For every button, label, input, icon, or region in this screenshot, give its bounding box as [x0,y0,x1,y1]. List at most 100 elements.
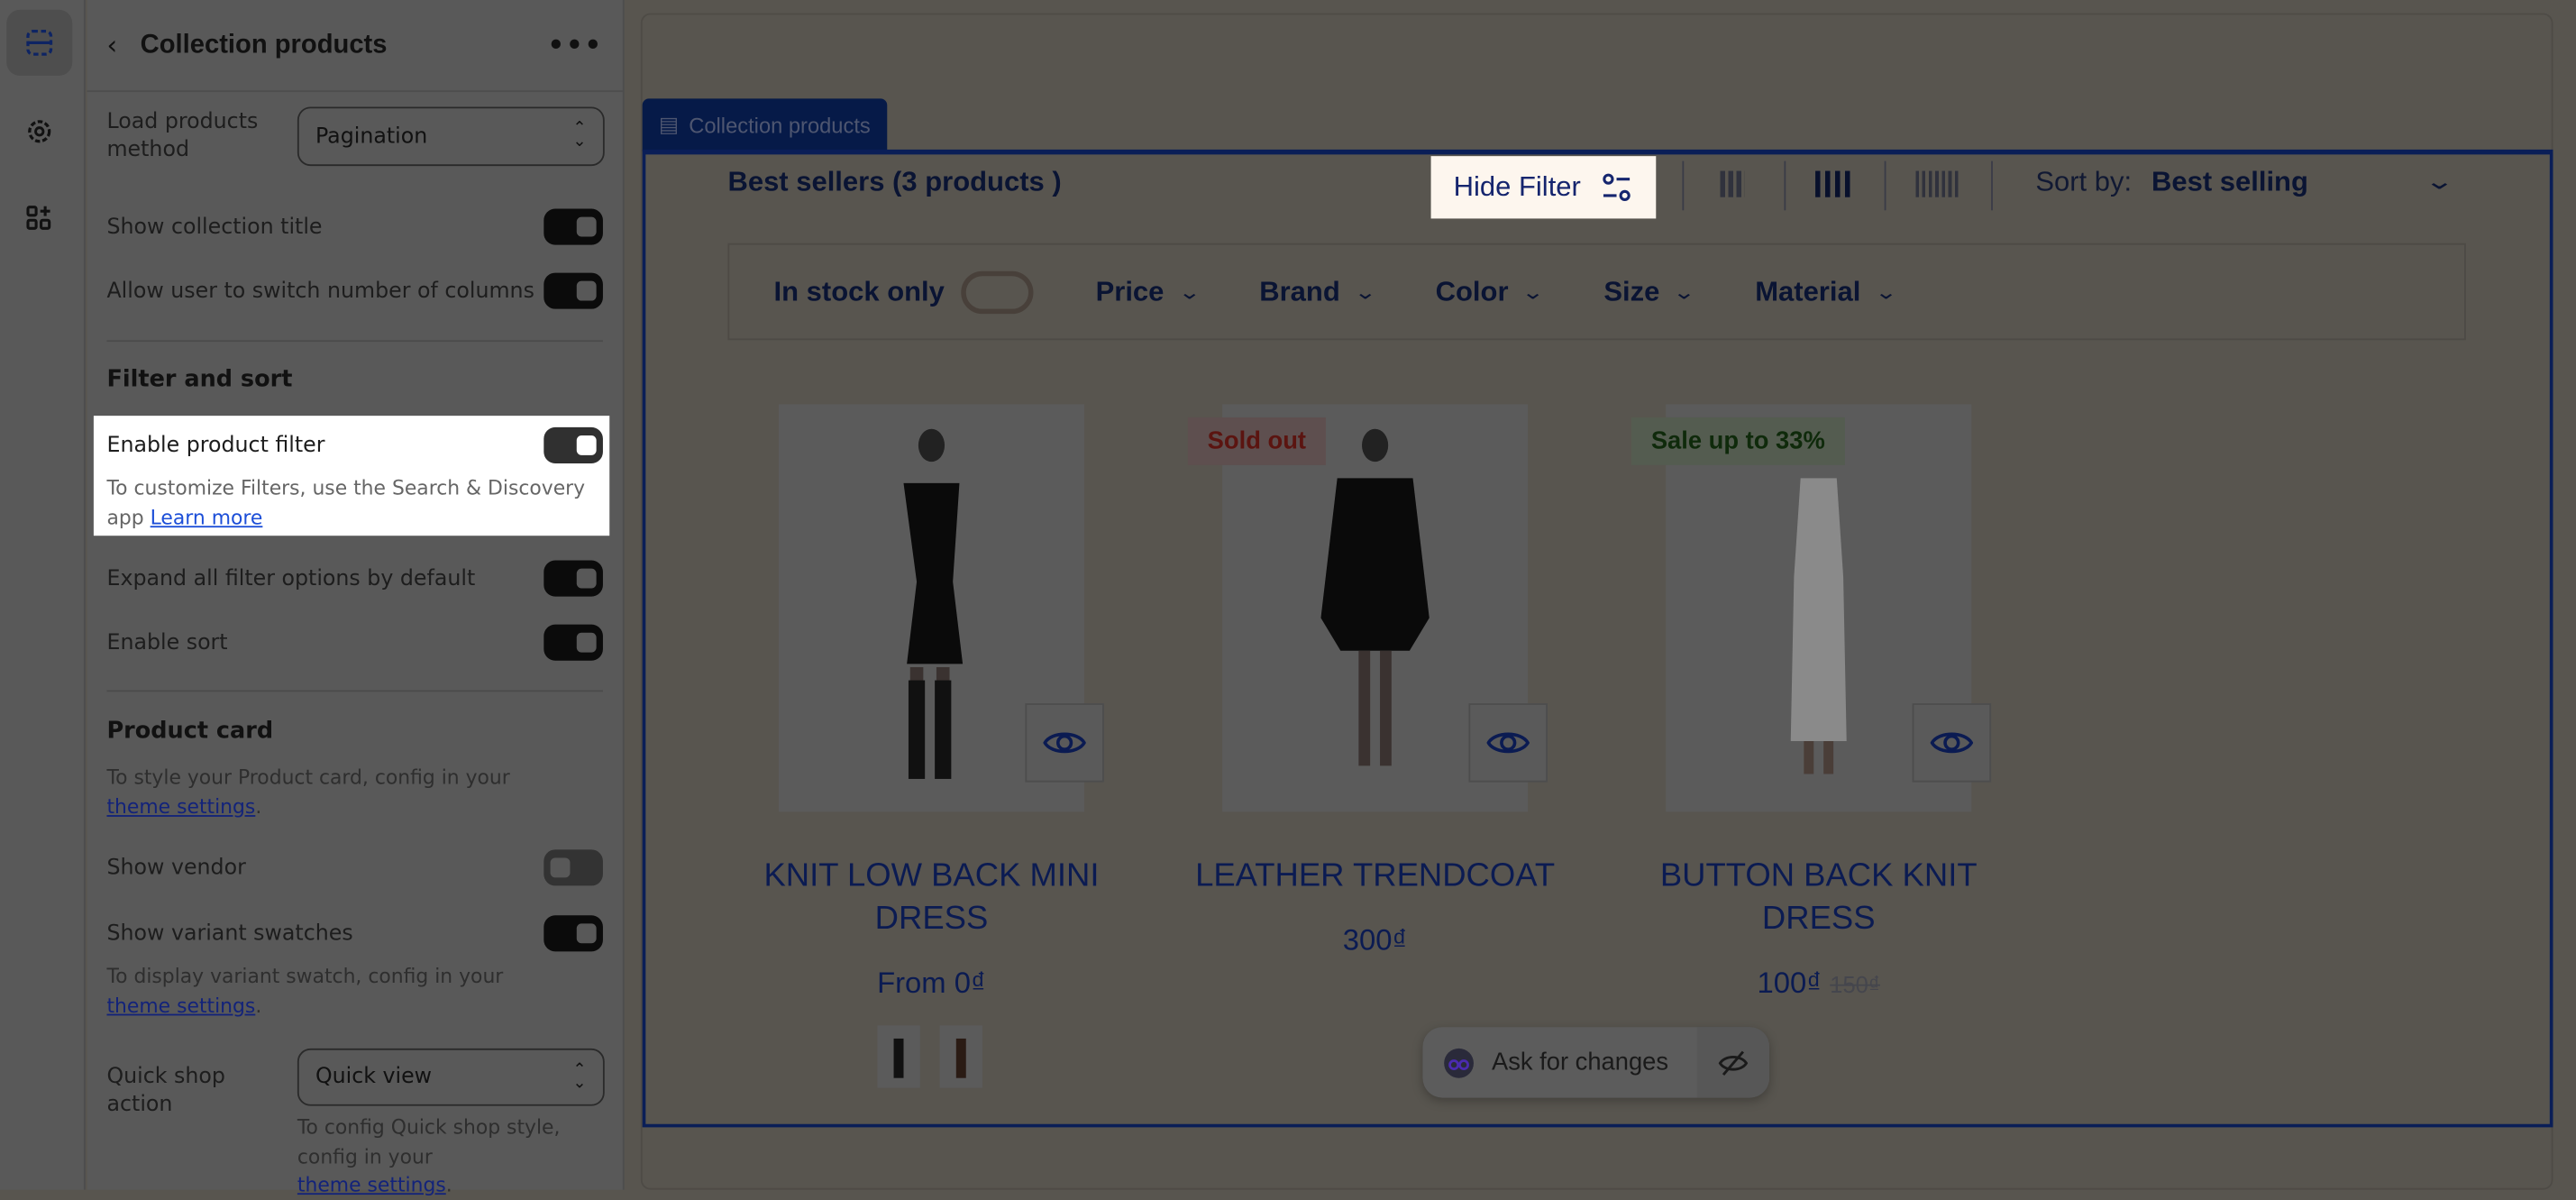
product-title[interactable]: KNIT LOW BACK MINI DRESS [743,855,1120,940]
chevron-down-icon: ⌄ [1521,279,1545,304]
ask-for-changes-button[interactable]: Ask for changes [1422,1027,1696,1097]
sections-icon[interactable] [6,9,73,76]
sort-value: Best selling [2151,166,2308,197]
product-card-heading: Product card [106,718,274,745]
icon-rail [0,0,86,1190]
material-filter[interactable]: Material ⌄ [1755,275,1897,307]
hide-filter-label: Hide Filter [1453,170,1581,203]
compare-price: 150₫ [1830,971,1880,998]
settings-icon[interactable] [6,98,72,164]
product-title[interactable]: LEATHER TRENDCOAT [1186,855,1564,897]
assistant-avatar-icon [1444,1047,1474,1077]
enable-sort-toggle[interactable] [544,624,603,661]
load-method-value: Pagination [315,124,428,149]
chevron-down-icon: ⌄ [1176,279,1201,304]
enable-filter-label: Enable product filter [106,433,325,458]
hide-widget-button[interactable] [1696,1027,1770,1098]
switch-columns-toggle[interactable] [544,272,603,309]
back-icon[interactable]: ‹ [106,30,117,61]
eye-icon [1930,732,1974,754]
price-filter[interactable]: Price ⌄ [1095,275,1201,307]
load-method-select[interactable]: Pagination ⌃ ⌄ [297,106,605,167]
swatch-hint-text: To display variant swatch, config in you… [106,964,504,988]
quick-shop-value: Quick view [315,1065,433,1090]
eye-off-icon [1718,1049,1749,1076]
section-icon: ▤ [658,111,680,137]
product-price: 300₫ [1342,923,1408,957]
learn-more-link[interactable]: Learn more [151,505,263,528]
show-swatches-label: Show variant swatches [106,921,353,946]
in-stock-toggle[interactable] [961,270,1034,314]
divider [106,690,603,692]
quick-view-button[interactable] [1468,703,1548,783]
expand-filters-toggle[interactable] [544,560,603,597]
select-arrows-icon: ⌃ ⌄ [572,1060,587,1093]
columns-6-button[interactable] [1915,170,1962,197]
section-tag[interactable]: ▤ Collection products [642,98,888,151]
filter-sort-heading: Filter and sort [106,366,293,393]
theme-settings-link[interactable]: theme settings [106,994,255,1017]
show-vendor-toggle[interactable] [544,849,603,886]
chevron-down-icon: ⌄ [1672,279,1696,304]
quick-shop-label: Quick shop action [106,1065,225,1118]
in-stock-label: In stock only [773,275,945,307]
theme-settings-link[interactable]: theme settings [297,1173,446,1196]
product-price: From 0₫ [877,966,986,1000]
apps-add-icon[interactable] [6,186,72,252]
eye-icon [1486,732,1530,754]
expand-filters-label: Expand all filter options by default [106,565,476,591]
more-options-icon[interactable]: ••• [548,30,603,61]
sale-badge: Sale up to 33% [1631,417,1845,465]
ask-for-changes-label: Ask for changes [1492,1048,1669,1076]
in-stock-filter[interactable]: In stock only [773,270,1034,314]
sort-chevron-icon[interactable]: ⌄ [2424,168,2454,196]
variant-swatch[interactable] [877,1025,920,1088]
eye-icon [1043,732,1086,754]
product-price: 100₫ [1757,966,1822,1000]
filter-label: Size [1603,275,1660,307]
enable-sort-label: Enable sort [106,630,228,655]
product-title[interactable]: BUTTON BACK KNIT DRESS [1630,855,2007,940]
ask-for-changes-widget: Ask for changes [1422,1027,1770,1098]
columns-3-button[interactable] [1720,170,1745,197]
size-filter[interactable]: Size ⌄ [1603,275,1696,307]
filter-label: Price [1095,275,1165,307]
sort-dropdown[interactable]: Sort by: Best selling [2035,166,2308,198]
columns-4-button[interactable] [1815,170,1852,197]
filter-label: Material [1755,275,1861,307]
collection-heading: Best sellers (3 products ) [727,166,1062,197]
filter-label: Brand [1259,275,1340,307]
card-hint-text: To style your Product card, config in yo… [106,765,510,789]
swatch-hint: To display variant swatch, config in you… [106,964,504,1017]
section-tag-label: Collection products [689,112,871,138]
load-method-label: Load products method [106,110,259,163]
variant-swatch[interactable] [939,1025,982,1088]
quick-view-button[interactable] [1025,703,1104,783]
filter-sliders-icon [1603,173,1631,202]
sold-out-badge: Sold out [1187,417,1326,465]
filter-label: Color [1435,275,1509,307]
settings-panel: ‹ Collection products ••• Load products … [87,0,625,1196]
show-collection-title-toggle[interactable] [544,208,603,245]
enable-filter-toggle[interactable] [544,426,603,464]
quick-view-button[interactable] [1912,703,1992,783]
product-price-group: 100₫ 150₫ [1630,966,2007,1001]
show-vendor-label: Show vendor [106,855,246,881]
select-arrows-icon: ⌃ ⌄ [572,120,587,151]
brand-filter[interactable]: Brand ⌄ [1259,275,1377,307]
color-filter[interactable]: Color ⌄ [1435,275,1545,307]
hide-filter-button[interactable]: Hide Filter [1430,156,1657,219]
show-collection-title-label: Show collection title [106,214,323,240]
quick-shop-hint: To config Quick shop style, config in yo… [297,1115,561,1196]
sort-label: Sort by: [2035,166,2133,197]
quick-shop-hint-text: To config Quick shop style, config in yo… [297,1115,561,1168]
quick-shop-select[interactable]: Quick view ⌃ ⌄ [297,1048,605,1106]
chevron-down-icon: ⌄ [1353,279,1377,304]
show-swatches-toggle[interactable] [544,915,603,952]
filter-bar: In stock only Price ⌄ Brand ⌄ Color ⌄ Size ⌄… [727,243,2466,341]
theme-settings-link[interactable]: theme settings [106,794,255,818]
switch-columns-label: Allow user to switch number of columns [106,278,534,304]
divider [106,340,603,343]
filter-hint: To customize Filters, use the Search & D… [106,475,602,533]
chevron-down-icon: ⌄ [1873,279,1897,304]
